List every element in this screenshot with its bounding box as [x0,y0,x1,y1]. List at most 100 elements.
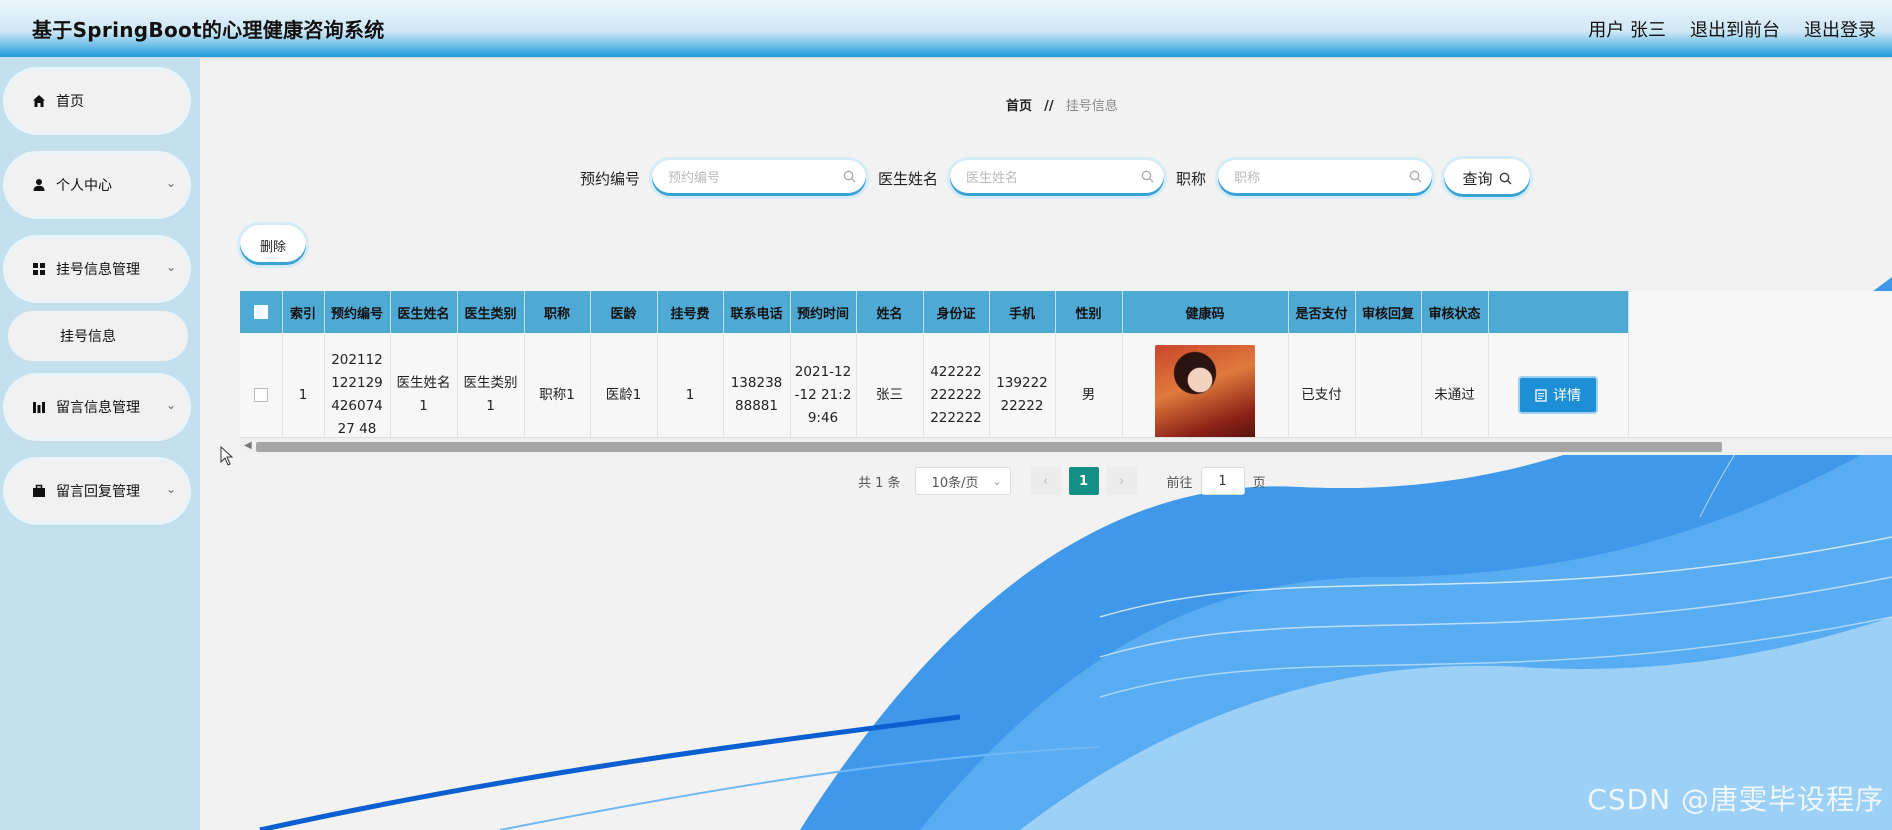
sidebar-item-message-management[interactable]: 留言信息管理 ⌄ [6,376,188,438]
chevron-down-icon: ⌄ [165,482,176,496]
sidebar: 首页 个人中心 ⌄ 挂号信息管理 ⌄ 挂号信息 留言信息管理 ⌄ 留言回复管理 … [0,57,200,830]
column-header: 医生姓名 [390,291,458,333]
column-header: 审核状态 [1421,291,1489,333]
detail-button[interactable]: 详情 [1520,378,1596,412]
data-table-container: 索引 预约编号 医生姓名 医生类别 职称 医龄 挂号费 联系电话 预约时间 姓名… [240,291,1892,437]
appointment-no-input[interactable] [666,160,841,196]
sidebar-item-label: 首页 [56,94,84,110]
document-icon [1535,388,1547,402]
column-header: 联系电话 [723,291,791,333]
column-header: 手机 [989,291,1056,333]
cell-appointment-no: 20211212212942607427 48 [324,333,391,437]
sidebar-item-reply-management[interactable]: 留言回复管理 ⌄ [6,460,188,522]
cell-index: 1 [282,333,325,437]
cell-doctor-name: 医生姓名1 [390,333,458,437]
goto-page-input[interactable] [1200,467,1245,495]
scroll-left-icon[interactable]: ◀ [244,440,252,451]
app-title: 基于SpringBoot的心理健康咨询系统 [32,18,385,42]
chevron-down-icon: ⌄ [165,176,176,190]
row-checkbox[interactable] [253,387,268,402]
column-header: 挂号费 [657,291,724,333]
chevron-down-icon: ⌄ [165,398,176,412]
chevron-down-icon: ⌄ [992,474,1002,488]
breadcrumb: 首页 // 挂号信息 [1006,95,1118,114]
search-icon [1409,170,1422,187]
cell-years: 医龄1 [590,333,658,437]
delete-button[interactable]: 删除 [240,225,306,265]
column-header: 身份证 [923,291,990,333]
appointment-no-label: 预约编号 [580,169,641,188]
breadcrumb-current: 挂号信息 [1065,99,1118,114]
home-icon [32,94,46,108]
column-header: 索引 [282,291,325,333]
breadcrumb-separator: // [1044,99,1054,114]
user-name-link[interactable]: 用户 张三 [1588,16,1666,42]
cell-paid: 已支付 [1288,333,1356,437]
doctor-name-label: 医生姓名 [878,169,939,188]
cell-doctor-type: 医生类别1 [457,333,525,437]
cell-mobile: 13922222222 [989,333,1056,437]
doctor-name-input[interactable] [964,160,1139,196]
sidebar-item-label: 留言回复管理 [56,484,140,500]
sidebar-item-label: 挂号信息 [60,329,116,345]
column-header: 健康码 [1122,291,1289,333]
cell-health-code [1122,333,1289,437]
page-size-value: 10条/页 [931,475,979,491]
sidebar-item-home[interactable]: 首页 [6,70,188,132]
next-page-button[interactable]: › [1106,467,1137,495]
table-row: 1 20211212212942607427 48 医生姓名1 医生类别1 职称… [240,333,1629,437]
main-content: 首页 // 挂号信息 预约编号 医生姓名 职称 查询 删除 [200,57,1892,830]
table-header-row: 索引 预约编号 医生姓名 医生类别 职称 医龄 挂号费 联系电话 预约时间 姓名… [240,291,1629,333]
search-icon [843,170,856,187]
title-field [1218,160,1433,196]
appointment-no-field [652,160,867,196]
exit-to-front-link[interactable]: 退出到前台 [1690,16,1780,42]
row-select-cell [240,333,283,437]
cell-status: 未通过 [1421,333,1489,437]
chevron-left-icon: ‹ [1042,473,1049,489]
goto-prefix: 前往 [1166,475,1193,491]
total-count: 共 1 条 [858,475,901,491]
cell-id-card: 422222222222222222 [923,333,990,437]
header-actions: 用户 张三 退出到前台 退出登录 [1588,16,1876,42]
select-all-header[interactable] [240,291,283,333]
sidebar-item-label: 留言信息管理 [56,400,140,416]
select-all-checkbox[interactable] [253,305,268,319]
watermark: CSDN @唐雯毕设程序 [1587,783,1884,816]
column-header: 性别 [1055,291,1123,333]
sidebar-item-personal-center[interactable]: 个人中心 ⌄ [6,154,188,216]
top-header: 基于SpringBoot的心理健康咨询系统 用户 张三 退出到前台 退出登录 [0,0,1892,57]
cell-title: 职称1 [524,333,591,437]
cell-appointment-time: 2021-12-12 21:29:46 [790,333,857,437]
goto-suffix: 页 [1252,475,1266,491]
page-number-current[interactable]: 1 [1068,467,1099,495]
sidebar-item-registration-management[interactable]: 挂号信息管理 ⌄ [6,238,188,300]
cell-gender: 男 [1055,333,1123,437]
logout-link[interactable]: 退出登录 [1804,16,1876,42]
column-header: 医龄 [590,291,658,333]
chart-icon [32,400,46,414]
query-button-label: 查询 [1462,169,1493,188]
search-form: 预约编号 医生姓名 职称 查询 [580,159,1531,197]
column-header: 是否支付 [1288,291,1356,333]
chevron-right-icon: › [1118,473,1125,489]
sidebar-subitem-registration-info[interactable]: 挂号信息 [8,311,188,361]
column-header: 预约时间 [790,291,857,333]
title-label: 职称 [1176,169,1207,188]
grid-icon [32,262,46,276]
horizontal-scrollbar[interactable]: ◀ ▶ [240,437,1892,455]
scrollbar-thumb[interactable] [256,442,1722,452]
pagination: 共 1 条 10条/页 ⌄ ‹ 1 › 前往 页 [858,467,1266,495]
column-header: 医生类别 [457,291,525,333]
query-button[interactable]: 查询 [1444,159,1531,197]
prev-page-button[interactable]: ‹ [1030,467,1061,495]
column-header [1488,291,1629,333]
sidebar-item-label: 挂号信息管理 [56,262,140,278]
cell-reply [1355,333,1422,437]
page-size-select[interactable]: 10条/页 ⌄ [914,467,1011,495]
detail-button-label: 详情 [1553,388,1581,404]
title-input[interactable] [1232,160,1407,196]
breadcrumb-home[interactable]: 首页 [1006,99,1032,114]
doctor-name-field [950,160,1165,196]
user-icon [32,178,46,192]
